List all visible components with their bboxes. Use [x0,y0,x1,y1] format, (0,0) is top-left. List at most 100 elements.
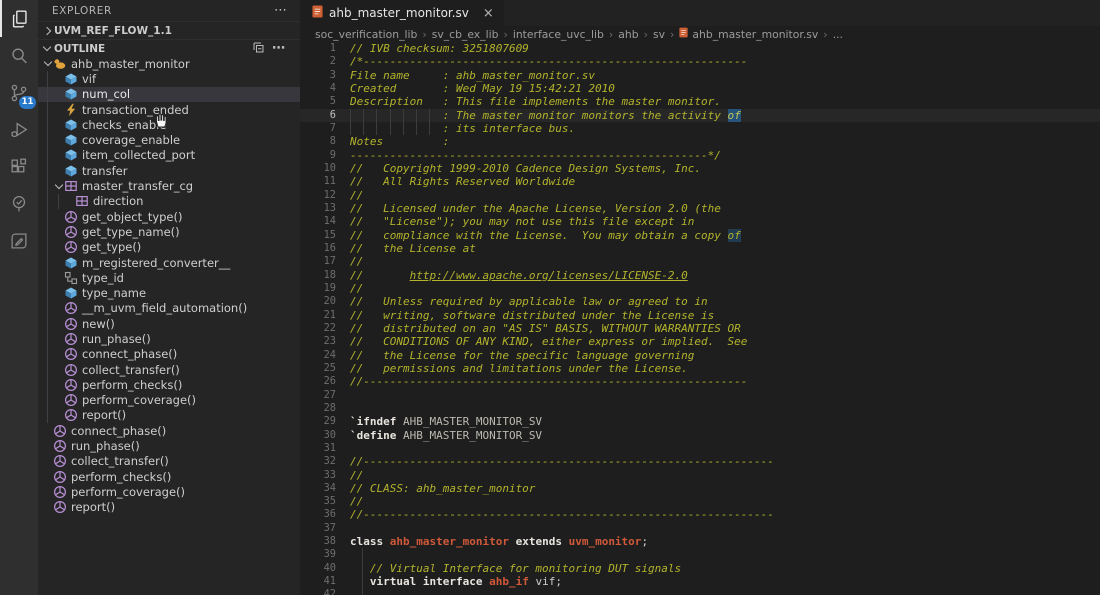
outline-item-perform_coverage[interactable]: perform_coverage() [38,393,300,408]
outline-item-collect_transfer[interactable]: collect_transfer() [38,454,300,469]
breadcrumb-item[interactable]: sv [653,28,665,41]
outline-item-connect_phase[interactable]: connect_phase() [38,347,300,362]
code-line-25[interactable]: 25// permissions and limitations under t… [300,362,1100,375]
breadcrumb-item[interactable]: ... [833,28,843,41]
code-line-2[interactable]: 2/*-------------------------------------… [300,55,1100,68]
code-line-12[interactable]: 12// [300,189,1100,202]
tab-ahb-master-monitor[interactable]: ahb_master_monitor.sv × [300,0,504,26]
breadcrumb-item[interactable]: ahb_master_monitor.sv [679,27,818,41]
code-line-3[interactable]: 3File name : ahb_master_monitor.sv [300,69,1100,82]
code-line-21[interactable]: 21// writing, software distributed under… [300,309,1100,322]
run-debug-tab[interactable] [0,111,38,148]
code-line-5[interactable]: 5Description : This file implements the … [300,95,1100,108]
code-line-1[interactable]: 1// IVB checksum: 3251807609 [300,42,1100,55]
outline-item-master_transfer_cg[interactable]: master_transfer_cg [38,178,300,193]
outline-item-get_type_name[interactable]: get_type_name() [38,224,300,239]
class-icon [53,57,67,71]
outline-item-type_name[interactable]: type_name [38,285,300,300]
explorer-more-actions[interactable]: ⋯ [274,3,288,18]
outline-item-transaction_ended[interactable]: transaction_ended [38,102,300,117]
code-line-10[interactable]: 10// Copyright 1999-2010 Cadence Design … [300,162,1100,175]
code-line-14[interactable]: 14// "License"); you may not use this fi… [300,215,1100,228]
code-line-39[interactable]: 39 [300,548,1100,561]
code-line-20[interactable]: 20// Unless required by applicable law o… [300,295,1100,308]
collapse-all-icon[interactable] [252,41,265,57]
code-line-40[interactable]: 40 // Virtual Interface for monitoring D… [300,562,1100,575]
code-line-7[interactable]: 7 : its interface bus. [300,122,1100,135]
outline-item-direction[interactable]: direction [38,194,300,209]
activity-bar: 11 [0,0,38,595]
breadcrumb-item[interactable]: ahb [618,28,638,41]
outline-item-transfer[interactable]: transfer [38,163,300,178]
code-line-34[interactable]: 34// CLASS: ahb_master_monitor [300,482,1100,495]
outline-item-report[interactable]: report() [38,408,300,423]
chevron-down-icon[interactable] [53,185,64,188]
code-line-28[interactable]: 28 [300,402,1100,415]
outline-item-item_collected_port[interactable]: item_collected_port [38,148,300,163]
code-line-9[interactable]: 9---------------------------------------… [300,149,1100,162]
outline-item-collect_transfer[interactable]: collect_transfer() [38,362,300,377]
code-line-19[interactable]: 19// [300,282,1100,295]
outline-item-get_type[interactable]: get_type() [38,240,300,255]
code-line-8[interactable]: 8Notes : [300,135,1100,148]
code-line-11[interactable]: 11// All Rights Reserved Worldwide [300,175,1100,188]
outline-item-type_id[interactable]: type_id [38,270,300,285]
close-icon[interactable]: × [483,6,494,21]
code-line-32[interactable]: 32//------------------------------------… [300,455,1100,468]
outline-item-checks_enable[interactable]: checks_enable [38,117,300,132]
outline-item-num_col[interactable]: num_col [38,87,300,102]
breadcrumb-item[interactable]: sv_cb_ex_lib [432,28,499,41]
code-line-37[interactable]: 37 [300,522,1100,535]
code-line-22[interactable]: 22// distributed on an "AS IS" BASIS, WI… [300,322,1100,335]
outline-item-perform_checks[interactable]: perform_checks() [38,469,300,484]
code-line-26[interactable]: 26//------------------------------------… [300,375,1100,388]
source-control-tab[interactable]: 11 [0,74,38,111]
code-line-31[interactable]: 31 [300,442,1100,455]
code-line-16[interactable]: 16// the License at [300,242,1100,255]
section-uvm-ref-flow[interactable]: UVM_REF_FLOW_1.1 [38,21,300,39]
code-line-42[interactable]: 42 [300,588,1100,595]
code-line-18[interactable]: 18// http://www.apache.org/licenses/LICE… [300,269,1100,282]
outline-item-new[interactable]: new() [38,316,300,331]
breadcrumb-item[interactable]: soc_verification_lib [315,28,417,41]
breadcrumb-item[interactable]: interface_uvc_lib [513,28,604,41]
code-line-13[interactable]: 13// Licensed under the Apache License, … [300,202,1100,215]
section-outline[interactable]: OUTLINE ⋯ [38,39,300,57]
code-line-4[interactable]: 4Created : Wed May 19 15:42:21 2010 [300,82,1100,95]
code-line-36[interactable]: 36//------------------------------------… [300,508,1100,521]
outline-item-get_object_type[interactable]: get_object_type() [38,209,300,224]
outline-more-actions[interactable]: ⋯ [272,41,286,56]
extensions-tab[interactable] [0,148,38,185]
code-line-38[interactable]: 38class ahb_master_monitor extends uvm_m… [300,535,1100,548]
search-tab[interactable] [0,37,38,74]
testing-tab[interactable] [0,185,38,222]
code-line-30[interactable]: 30`define AHB_MASTER_MONITOR_SV [300,429,1100,442]
outline-item-run_phase[interactable]: run_phase() [38,438,300,453]
code-line-33[interactable]: 33// [300,469,1100,482]
outline-item-m_registered_converter__[interactable]: m_registered_converter__ [38,255,300,270]
code-line-6[interactable]: 6 : The master monitor monitors the acti… [300,109,1100,122]
explorer-tab[interactable] [0,0,38,37]
code-line-24[interactable]: 24// the License for the specific langua… [300,349,1100,362]
outline-item-connect_phase[interactable]: connect_phase() [38,423,300,438]
outline-item-perform_coverage[interactable]: perform_coverage() [38,484,300,499]
code-token: vif; [529,575,562,588]
chevron-down-icon[interactable] [42,62,53,65]
outline-item-coverage_enable[interactable]: coverage_enable [38,132,300,147]
code-line-27[interactable]: 27 [300,389,1100,402]
outline-item-report[interactable]: report() [38,500,300,515]
outline-item-vif[interactable]: vif [38,71,300,86]
code-line-35[interactable]: 35// [300,495,1100,508]
notes-tab[interactable] [0,222,38,259]
outline-item-perform_checks[interactable]: perform_checks() [38,377,300,392]
outline-item-run_phase[interactable]: run_phase() [38,331,300,346]
code-line-23[interactable]: 23// CONDITIONS OF ANY KIND, either expr… [300,335,1100,348]
code-line-41[interactable]: 41 virtual interface ahb_if vif; [300,575,1100,588]
line-number: 14 [300,215,350,228]
code-line-15[interactable]: 15// compliance with the License. You ma… [300,229,1100,242]
code-area[interactable]: 1// IVB checksum: 32518076092/*---------… [300,42,1100,595]
code-line-29[interactable]: 29`ifndef AHB_MASTER_MONITOR_SV [300,415,1100,428]
outline-item-ahb_master_monitor[interactable]: ahb_master_monitor [38,56,300,71]
code-line-17[interactable]: 17// [300,255,1100,268]
outline-item-__m_uvm_field_automation[interactable]: __m_uvm_field_automation() [38,301,300,316]
